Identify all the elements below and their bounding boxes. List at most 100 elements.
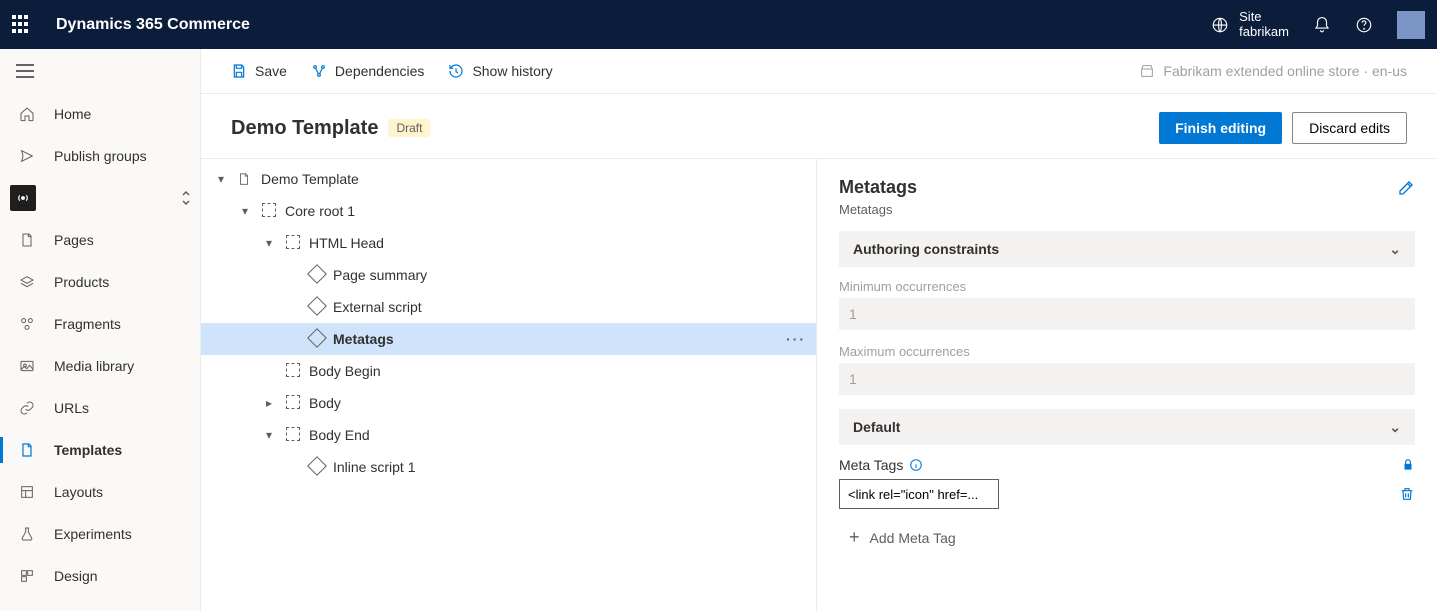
site-label: Site xyxy=(1239,10,1289,24)
max-occurrences-value: 1 xyxy=(839,363,1415,395)
templates-icon xyxy=(18,442,36,458)
sidebar-item-label: Design xyxy=(54,568,98,584)
sidebar-item-label: Experiments xyxy=(54,526,132,542)
site-name: fabrikam xyxy=(1239,25,1289,39)
show-history-button[interactable]: Show history xyxy=(448,63,552,79)
add-meta-tag-button[interactable]: + Add Meta Tag xyxy=(839,527,1415,548)
details-title: Metatags xyxy=(839,177,917,198)
link-icon xyxy=(18,400,36,416)
module-icon xyxy=(309,267,325,284)
chevron-down-icon: ⌄ xyxy=(1389,241,1401,258)
tree-row-core[interactable]: ▾ Core root 1 xyxy=(201,195,816,227)
section-default[interactable]: Default ⌄ xyxy=(839,409,1415,445)
sidebar-item-layouts[interactable]: Layouts xyxy=(0,471,200,513)
sidebar-item-products[interactable]: Products xyxy=(0,261,200,303)
info-icon[interactable] xyxy=(909,458,923,472)
history-icon xyxy=(448,63,464,79)
page-icon xyxy=(237,172,253,186)
slot-icon xyxy=(261,203,277,220)
chevron-updown-icon xyxy=(180,190,192,206)
pages-icon xyxy=(18,232,36,248)
sidebar-item-media-library[interactable]: Media library xyxy=(0,345,200,387)
sidebar-item-urls[interactable]: URLs xyxy=(0,387,200,429)
details-pane: Metatags Metatags Authoring constraints … xyxy=(817,159,1437,611)
plus-icon: + xyxy=(849,527,860,548)
more-icon[interactable]: ··· xyxy=(786,331,806,347)
tree-label: Inline script 1 xyxy=(333,459,415,475)
save-button[interactable]: Save xyxy=(231,63,287,79)
tree-label: Page summary xyxy=(333,267,427,283)
sidebar-item-experiments[interactable]: Experiments xyxy=(0,513,200,555)
sidebar-item-label: Layouts xyxy=(54,484,103,500)
tree-row-body-end[interactable]: ▾ Body End xyxy=(201,419,816,451)
chevron-down-icon[interactable]: ▾ xyxy=(261,428,277,442)
section-label: Authoring constraints xyxy=(853,241,999,257)
section-label: Default xyxy=(853,419,900,435)
tree-label: Body End xyxy=(309,427,370,443)
sidebar-item-label: Fragments xyxy=(54,316,121,332)
delete-icon[interactable] xyxy=(1399,486,1415,502)
tree-row-page-summary[interactable]: Page summary xyxy=(201,259,816,291)
meta-tags-label: Meta Tags xyxy=(839,457,903,473)
globe-icon xyxy=(1211,16,1229,34)
bell-icon[interactable] xyxy=(1313,16,1331,34)
chevron-down-icon[interactable]: ▾ xyxy=(261,236,277,250)
store-label: Fabrikam extended online store · en-us xyxy=(1163,63,1407,79)
chevron-right-icon[interactable]: ▸ xyxy=(261,396,277,410)
layouts-icon xyxy=(18,484,36,500)
sidebar-item-design[interactable]: Design xyxy=(0,555,200,597)
tree-row-metatags[interactable]: Metatags ··· xyxy=(201,323,816,355)
sidebar-item-templates[interactable]: Templates xyxy=(0,429,200,471)
dependencies-button[interactable]: Dependencies xyxy=(311,63,425,79)
brand-title: Dynamics 365 Commerce xyxy=(56,16,250,34)
tree-label: Core root 1 xyxy=(285,203,355,219)
discard-edits-button[interactable]: Discard edits xyxy=(1292,112,1407,144)
section-authoring-constraints[interactable]: Authoring constraints ⌄ xyxy=(839,231,1415,267)
meta-tag-input[interactable] xyxy=(839,479,999,509)
save-icon xyxy=(231,63,247,79)
chevron-down-icon[interactable]: ▾ xyxy=(213,172,229,186)
tree-row-head[interactable]: ▾ HTML Head xyxy=(201,227,816,259)
sidebar-item-pages[interactable]: Pages xyxy=(0,219,200,261)
min-occurrences-value: 1 xyxy=(839,298,1415,330)
store-icon xyxy=(1139,63,1155,79)
experiments-icon xyxy=(18,526,36,542)
sidebar-item-publish-groups[interactable]: Publish groups xyxy=(0,135,200,177)
max-occurrences-label: Maximum occurrences xyxy=(839,344,1415,359)
tree-label: HTML Head xyxy=(309,235,384,251)
sidebar-item-label: Products xyxy=(54,274,109,290)
outline-tree: ▾ Demo Template ▾ Core root 1 ▾ HTML Hea… xyxy=(201,159,817,611)
main-area: Save Dependencies Show history Fabrikam … xyxy=(201,49,1437,611)
products-icon xyxy=(18,274,36,290)
tree-row-body[interactable]: ▸ Body xyxy=(201,387,816,419)
tree-row-inline-script[interactable]: Inline script 1 xyxy=(201,451,816,483)
sidebar-item-fragments[interactable]: Fragments xyxy=(0,303,200,345)
sidebar-item-label: Pages xyxy=(54,232,94,248)
tree-label: Body Begin xyxy=(309,363,381,379)
sidebar-item-label: Publish groups xyxy=(54,148,147,164)
publish-icon xyxy=(18,148,36,164)
help-icon[interactable] xyxy=(1355,16,1373,34)
sidebar-item-label: Media library xyxy=(54,358,134,374)
chevron-down-icon[interactable]: ▾ xyxy=(237,204,253,218)
lock-icon[interactable] xyxy=(1401,458,1415,472)
edit-icon[interactable] xyxy=(1397,179,1415,197)
home-icon xyxy=(18,106,36,122)
sidebar-item-label: Templates xyxy=(54,442,122,458)
tree-row-external-script[interactable]: External script xyxy=(201,291,816,323)
finish-editing-button[interactable]: Finish editing xyxy=(1159,112,1282,144)
top-bar: Dynamics 365 Commerce Site fabrikam xyxy=(0,0,1437,49)
tree-row-root[interactable]: ▾ Demo Template xyxy=(201,163,816,195)
tree-row-body-begin[interactable]: Body Begin xyxy=(201,355,816,387)
cmd-label: Save xyxy=(255,63,287,79)
avatar[interactable] xyxy=(1397,11,1425,39)
app-launcher-icon[interactable] xyxy=(12,15,32,35)
hamburger-icon[interactable] xyxy=(0,49,200,93)
sidebar-item-label: URLs xyxy=(54,400,89,416)
module-icon xyxy=(309,459,325,476)
sidebar-item-home[interactable]: Home xyxy=(0,93,200,135)
slot-icon xyxy=(285,235,301,252)
site-picker[interactable]: Site fabrikam xyxy=(1211,10,1289,39)
sidebar-item-label: Home xyxy=(54,106,91,122)
sidebar-group-broadcast[interactable] xyxy=(0,177,200,219)
